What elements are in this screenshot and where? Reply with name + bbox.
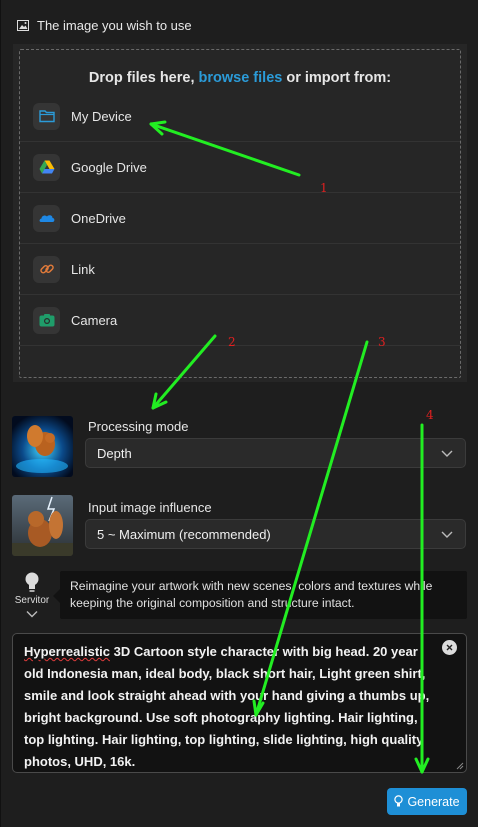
servitor-label: Servitor: [14, 595, 50, 606]
influence-thumbnail: [12, 495, 73, 556]
resize-handle-icon[interactable]: [456, 762, 464, 770]
generate-button[interactable]: Generate: [387, 788, 467, 815]
processing-mode-value: Depth: [97, 445, 132, 461]
lightbulb-icon: [394, 795, 404, 807]
processing-mode-select[interactable]: Depth: [85, 438, 466, 468]
prompt-textarea[interactable]: Hyperrealistic 3D Cartoon style characte…: [12, 633, 467, 773]
tooltip-arrow: [53, 589, 60, 603]
prompt-misspelled-word: Hyperrealistic: [24, 644, 110, 659]
source-onedrive[interactable]: OneDrive: [20, 193, 460, 244]
chevron-down-icon: [26, 611, 38, 618]
chevron-down-icon: [441, 531, 453, 538]
app-panel: The image you wish to use Drop files her…: [0, 0, 478, 827]
annotation-arrowhead-2: [151, 392, 168, 410]
generate-label: Generate: [407, 794, 460, 809]
upload-panel: Drop files here, browse files or import …: [13, 44, 467, 382]
source-label: Google Drive: [71, 159, 147, 175]
drop-prefix: Drop files here,: [88, 70, 195, 86]
processing-mode-thumbnail: [12, 416, 73, 477]
import-source-list: My Device Google Drive OneDrive Link Cam…: [20, 91, 460, 346]
source-camera[interactable]: Camera: [20, 295, 460, 346]
source-label: Camera: [71, 312, 118, 328]
lightbulb-icon: [25, 572, 39, 592]
influence-select[interactable]: 5 ~ Maximum (recommended): [85, 519, 466, 549]
close-icon: [446, 644, 453, 651]
source-label: Link: [71, 261, 95, 277]
image-icon: [17, 19, 29, 31]
link-icon: [33, 255, 60, 283]
drop-title: Drop files here, browse files or import …: [20, 70, 460, 86]
folder-icon: [33, 102, 60, 130]
source-link[interactable]: Link: [20, 244, 460, 295]
onedrive-icon: [33, 204, 60, 232]
chevron-down-icon: [441, 450, 453, 457]
google-drive-icon: [33, 153, 60, 181]
image-section-header: The image you wish to use: [17, 16, 192, 34]
processing-mode-label: Processing mode: [88, 419, 189, 434]
drop-zone[interactable]: Drop files here, browse files or import …: [19, 49, 461, 378]
prompt-text: 3D Cartoon style character with big head…: [24, 644, 430, 769]
servitor-tooltip: Reimagine your artwork with new scenes, …: [60, 571, 467, 619]
browse-files-link[interactable]: browse files: [199, 70, 283, 86]
source-my-device[interactable]: My Device: [20, 91, 460, 142]
source-label: OneDrive: [71, 210, 126, 226]
section-title: The image you wish to use: [37, 17, 192, 33]
drop-suffix: or import from:: [286, 70, 392, 86]
influence-label: Input image influence: [88, 500, 212, 515]
influence-value: 5 ~ Maximum (recommended): [97, 526, 271, 542]
camera-icon: [33, 306, 60, 334]
clear-prompt-button[interactable]: [442, 640, 457, 655]
annotation-number-4: 4: [426, 408, 434, 422]
servitor-toggle[interactable]: Servitor: [12, 571, 52, 626]
source-label: My Device: [71, 108, 132, 124]
source-google-drive[interactable]: Google Drive: [20, 142, 460, 193]
